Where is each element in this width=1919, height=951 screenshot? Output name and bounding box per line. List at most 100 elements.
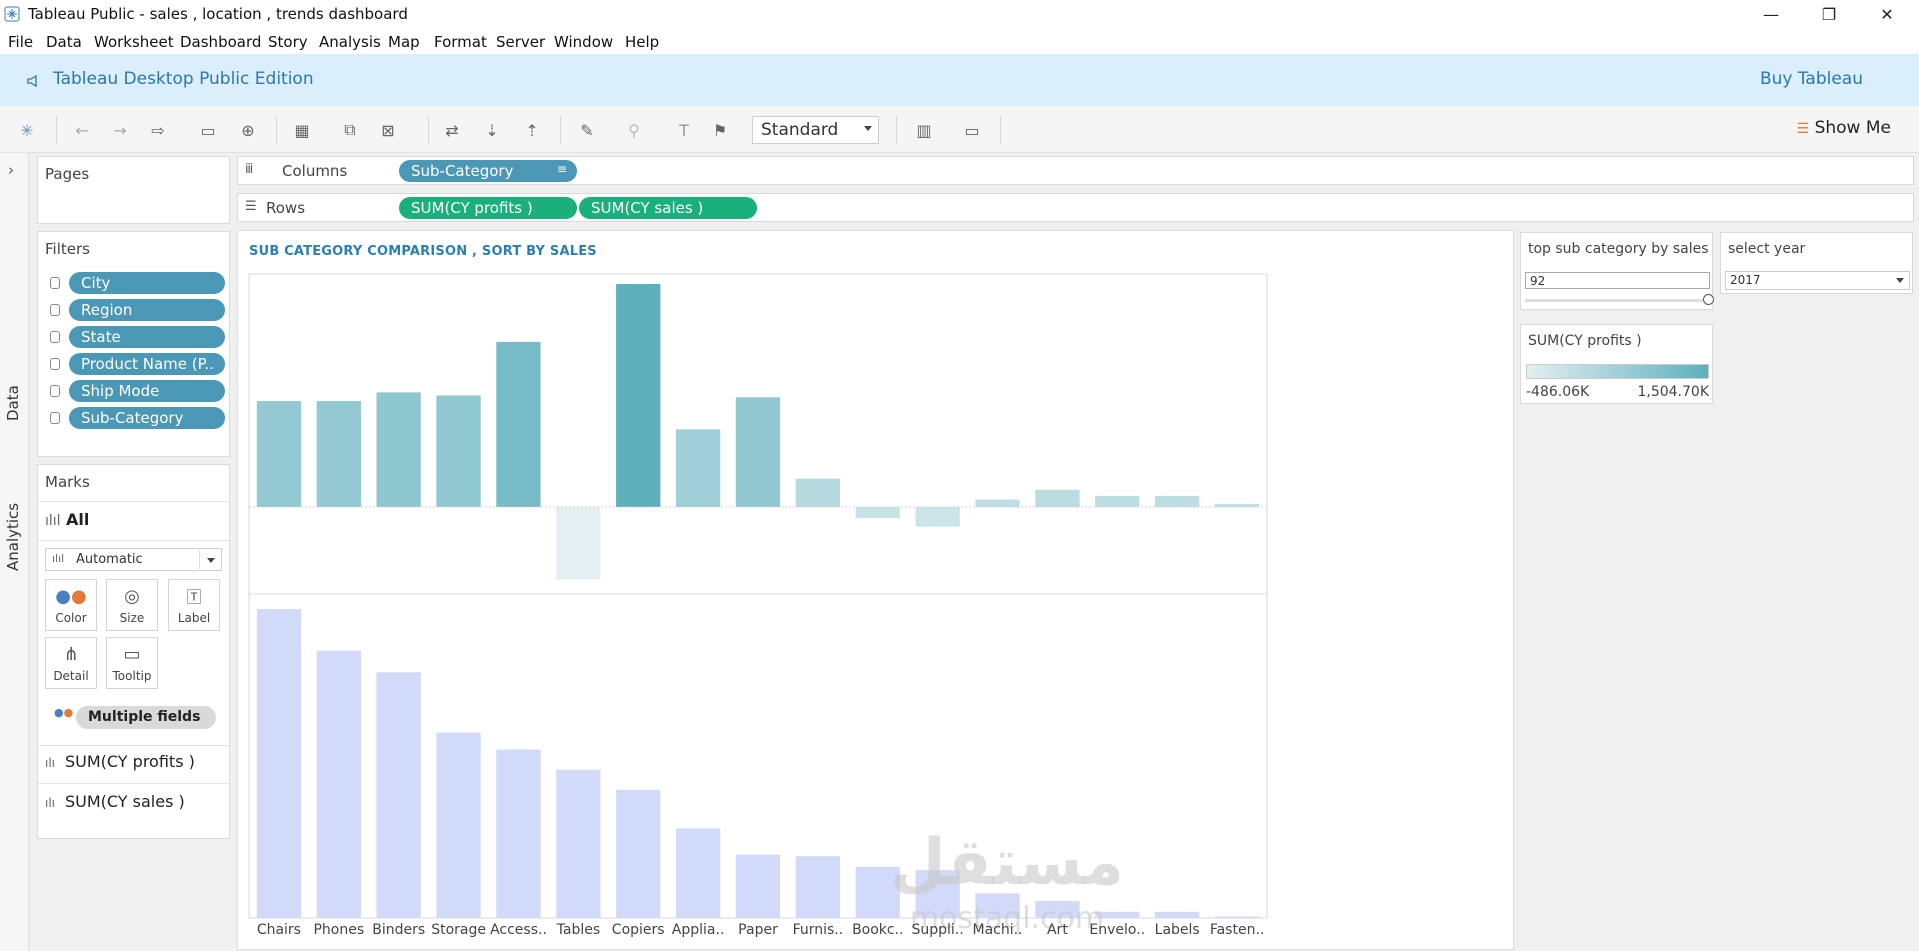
profit-bar [436, 395, 481, 507]
menu-analysis[interactable]: Analysis [319, 33, 381, 51]
pages-card[interactable]: Pages [37, 156, 230, 224]
menu-file[interactable]: File [8, 33, 33, 51]
sales-bar [676, 828, 721, 918]
profit-bar [316, 401, 361, 507]
size-button[interactable]: ◎ Size [106, 579, 158, 631]
bar-chart-icon: ılıl [52, 552, 65, 565]
menu-window[interactable]: Window [554, 33, 613, 51]
filter-pill-region[interactable]: Region [69, 299, 225, 321]
window-title: Tableau Public - sales , location , tren… [28, 5, 408, 23]
marks-measure-sales[interactable]: SUM(CY sales ) [65, 792, 185, 811]
sales-bar [735, 854, 781, 918]
chevron-down-icon [864, 126, 872, 131]
rows-icon: ☰ [245, 199, 257, 214]
profits-color-legend: SUM(CY profits ) -486.06K 1,504.70K [1520, 324, 1713, 404]
sort-descending-icon[interactable]: ⇡ [520, 118, 544, 142]
swap-icon[interactable]: ⇄ [440, 118, 464, 142]
top-subcategory-slider-handle[interactable] [1703, 294, 1714, 305]
pages-title: Pages [45, 165, 90, 183]
marks-measure-profits[interactable]: SUM(CY profits ) [65, 752, 195, 771]
new-worksheet-icon[interactable]: ▦ [290, 118, 314, 142]
label-button[interactable]: 🅃 Label [168, 579, 220, 631]
show-me-button[interactable]: ☰ Show Me [1797, 118, 1891, 138]
sales-bar [376, 672, 421, 918]
sort-ascending-icon[interactable]: ⇣ [480, 118, 504, 142]
profit-bar [795, 478, 840, 507]
x-tick-label: Applia.. [672, 922, 725, 938]
profit-bar [975, 499, 1020, 507]
highlight-icon[interactable]: ✎ [575, 118, 599, 142]
clear-icon[interactable]: ⊠ [376, 118, 400, 142]
save-icon[interactable]: ▭ [196, 118, 220, 142]
close-button[interactable]: ✕ [1858, 0, 1916, 29]
rows-pill-sales[interactable]: SUM(CY sales ) [579, 197, 757, 219]
marks-all-label[interactable]: All [66, 510, 89, 529]
rows-pill-profits[interactable]: SUM(CY profits ) [399, 197, 577, 219]
menu-dashboard[interactable]: Dashboard [180, 33, 261, 51]
multiple-fields-pill[interactable]: Multiple fields [76, 706, 216, 729]
divider [38, 540, 229, 541]
pin-icon[interactable]: ⚑ [708, 118, 732, 142]
tableau-logo-icon[interactable]: ✳ [15, 118, 39, 142]
bar-chart-icon: ılıl [45, 513, 61, 529]
text-label-icon[interactable]: T [672, 118, 696, 142]
filter-pill-state[interactable]: State [69, 326, 225, 348]
minimize-button[interactable]: — [1742, 0, 1800, 29]
top-subcategory-slider-track[interactable] [1525, 299, 1710, 302]
fit-select[interactable]: Standard [752, 116, 879, 144]
toolbar: ✳ ← → ⇨ ▭ ⊕ ▦ ⧉ ⊠ ⇄ ⇣ ⇡ ✎ ⚲ T ⚑ Standard… [0, 106, 1919, 153]
device-preview-icon[interactable]: ▥ [912, 118, 936, 142]
restore-button[interactable]: ❐ [1800, 0, 1858, 29]
buy-tableau-link[interactable]: Buy Tableau [1760, 69, 1863, 89]
x-tick-label: Bookc.. [852, 922, 903, 938]
expand-icon[interactable]: › [8, 161, 14, 179]
menu-data[interactable]: Data [46, 33, 82, 51]
filter-pill-ship-mode[interactable]: Ship Mode [69, 380, 225, 402]
replay-icon[interactable]: ⇨ [146, 118, 170, 142]
columns-shelf[interactable]: ⅲ Columns Sub-Category ≡ [237, 156, 1914, 185]
top-subcategory-input[interactable]: 92 [1525, 272, 1710, 289]
chevron-down-icon [1896, 278, 1904, 283]
detail-button[interactable]: ⋔ Detail [45, 637, 97, 689]
x-tick-label: Storage [431, 922, 486, 938]
sales-bar [496, 749, 541, 918]
select-year-dropdown[interactable]: 2017 [1725, 271, 1910, 290]
profit-bar [1035, 489, 1080, 507]
x-tick-label: Access.. [490, 922, 547, 938]
profit-bar [915, 507, 960, 527]
x-tick-label: Labels [1155, 922, 1200, 938]
multiple-fields-color-icon: ●● [54, 706, 74, 719]
color-button[interactable]: ●● Color [45, 579, 97, 631]
presentation-icon[interactable]: ▭ [960, 118, 984, 142]
data-tab[interactable]: Data [4, 385, 22, 421]
menu-map[interactable]: Map [388, 33, 420, 51]
columns-pill-sub-category[interactable]: Sub-Category ≡ [399, 160, 577, 182]
mark-type-select[interactable]: ılıl Automatic [45, 548, 222, 571]
filter-db-icon [50, 385, 60, 397]
menu-story[interactable]: Story [268, 33, 308, 51]
filter-pill-city[interactable]: City [69, 272, 225, 294]
menu-worksheet[interactable]: Worksheet [94, 33, 174, 51]
size-icon: ◎ [124, 586, 140, 607]
rows-shelf[interactable]: ☰ Rows SUM(CY profits ) SUM(CY sales ) [237, 193, 1914, 222]
text-label-icon: 🅃 [186, 588, 202, 606]
menu-format[interactable]: Format [434, 33, 487, 51]
x-tick-label: Machi.. [972, 922, 1022, 938]
sales-bar [1155, 911, 1200, 918]
menu-server[interactable]: Server [496, 33, 545, 51]
profit-bar [855, 507, 900, 519]
select-year-parameter: select year 2017 [1720, 232, 1913, 294]
analytics-tab[interactable]: Analytics [4, 503, 22, 571]
sales-bar [556, 769, 601, 918]
legend-max: 1,504.70K [1637, 384, 1709, 400]
filter-pill-sub-category[interactable]: Sub-Category [69, 407, 225, 429]
filter-pill-product-name[interactable]: Product Name (P.. [69, 353, 225, 375]
add-datasource-icon[interactable]: ⊕ [236, 118, 260, 142]
fit-select-value: Standard [761, 120, 839, 140]
group-icon[interactable]: ⚲ [622, 118, 646, 142]
duplicate-icon[interactable]: ⧉ [338, 118, 362, 142]
tooltip-button[interactable]: ▭ Tooltip [106, 637, 158, 689]
undo-icon[interactable]: ← [70, 118, 94, 142]
redo-icon[interactable]: → [108, 118, 132, 142]
menu-help[interactable]: Help [625, 33, 659, 51]
